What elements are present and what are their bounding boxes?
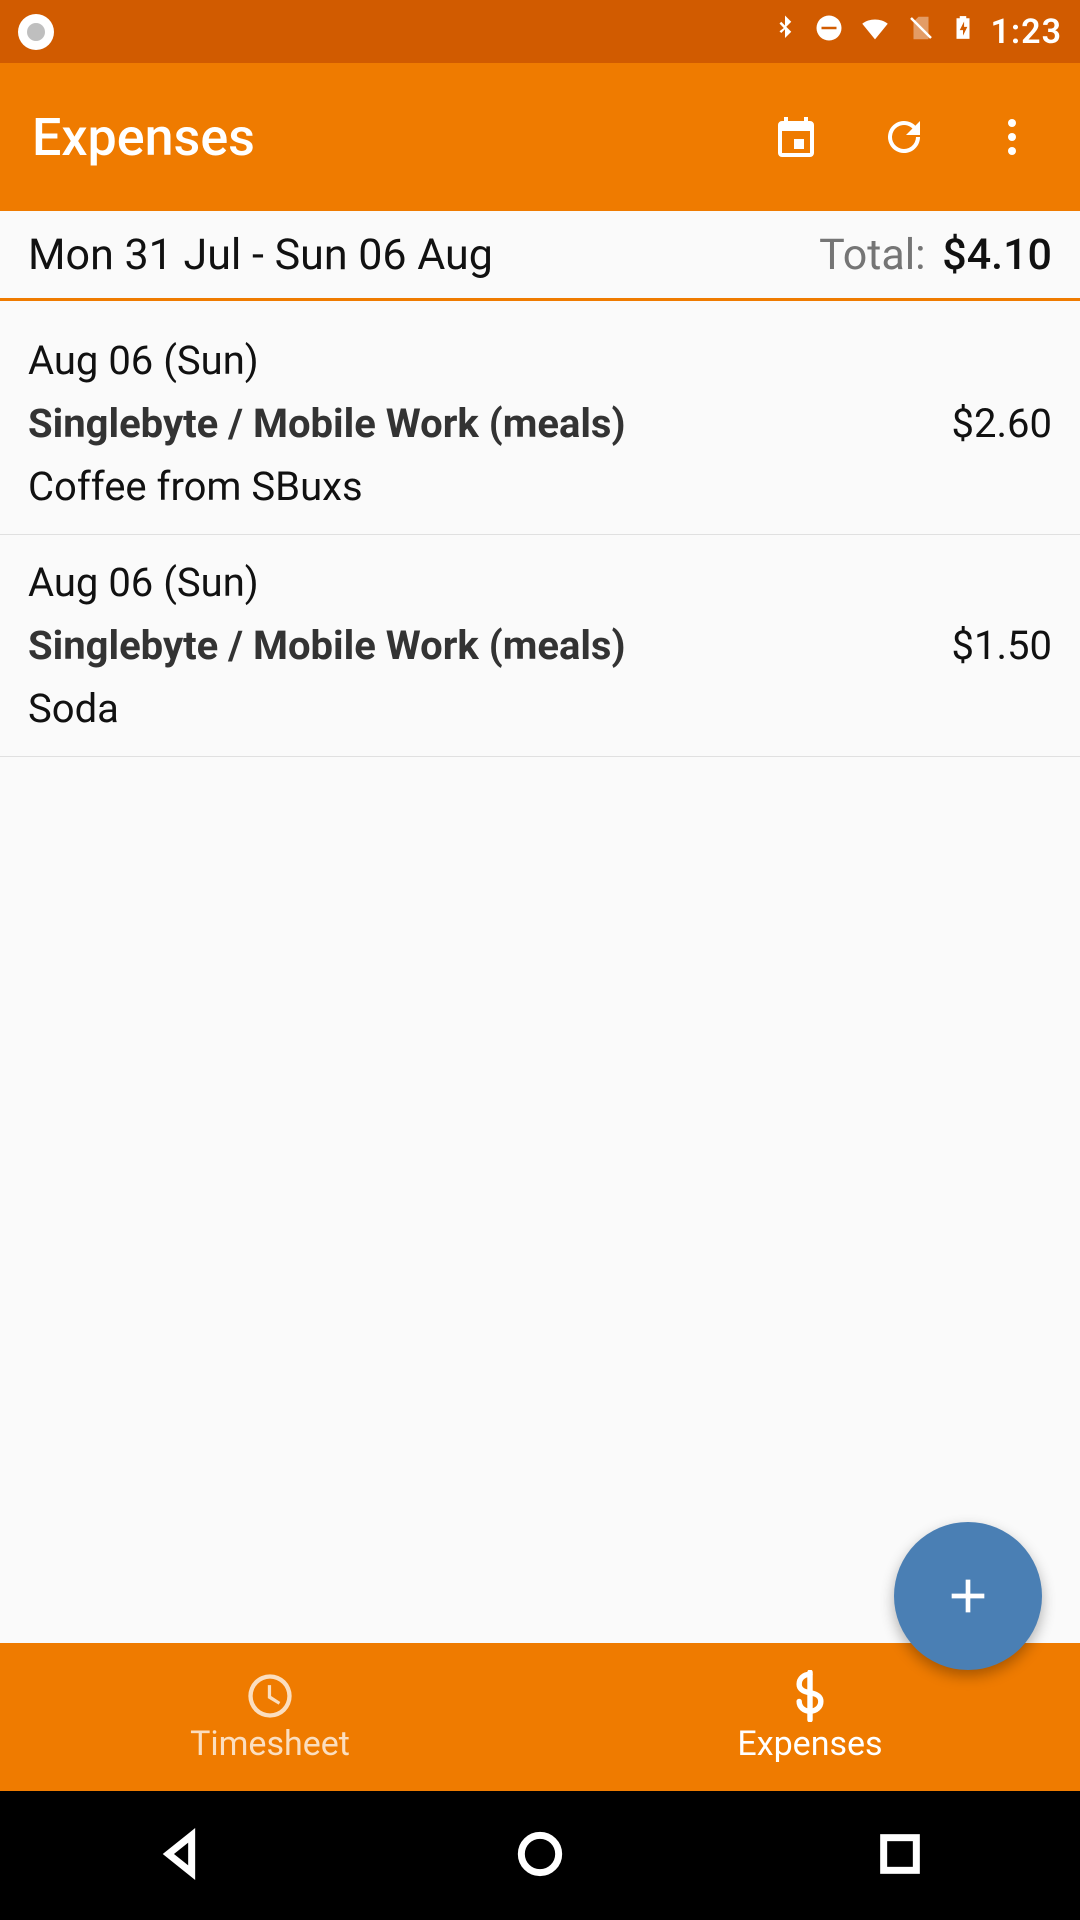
expense-amount: $2.60 — [952, 400, 1052, 447]
nav-expenses-label: Expenses — [737, 1724, 882, 1764]
no-sim-icon — [906, 13, 936, 51]
expense-date: Aug 06 (Sun) — [28, 559, 1052, 606]
wifi-icon — [858, 11, 892, 53]
add-expense-button[interactable] — [894, 1522, 1042, 1670]
expense-item[interactable]: Aug 06 (Sun) Singlebyte / Mobile Work (m… — [0, 313, 1080, 535]
summary-total: Total: $4.10 — [819, 230, 1052, 280]
refresh-icon[interactable] — [876, 109, 932, 165]
device-nav-bar — [0, 1791, 1080, 1920]
expense-category: Singlebyte / Mobile Work (meals) — [28, 622, 626, 669]
more-vert-icon[interactable] — [984, 109, 1040, 165]
dollar-icon — [784, 1670, 836, 1722]
expense-description: Soda — [28, 685, 1052, 732]
do-not-disturb-icon — [814, 13, 844, 51]
expense-description: Coffee from SBuxs — [28, 463, 1052, 510]
bluetooth-icon — [770, 13, 800, 51]
status-right: 1:23 — [770, 11, 1062, 53]
calendar-icon[interactable] — [768, 109, 824, 165]
status-bar: 1:23 — [0, 0, 1080, 63]
summary-row: Mon 31 Jul - Sun 06 Aug Total: $4.10 — [0, 211, 1080, 301]
home-button[interactable] — [512, 1826, 568, 1886]
expense-list[interactable]: Aug 06 (Sun) Singlebyte / Mobile Work (m… — [0, 301, 1080, 1643]
back-button[interactable] — [152, 1826, 208, 1886]
total-value: $4.10 — [942, 230, 1052, 280]
nav-expenses[interactable]: Expenses — [540, 1643, 1080, 1791]
notification-dot-icon — [18, 14, 54, 50]
status-clock: 1:23 — [990, 12, 1062, 52]
plus-icon — [940, 1568, 996, 1624]
date-range: Mon 31 Jul - Sun 06 Aug — [28, 230, 493, 280]
bottom-nav: Timesheet Expenses — [0, 1643, 1080, 1791]
clock-icon — [244, 1670, 296, 1722]
app-bar: Expenses — [0, 63, 1080, 211]
expense-date: Aug 06 (Sun) — [28, 337, 1052, 384]
status-left — [18, 14, 770, 50]
expense-amount: $1.50 — [952, 622, 1052, 669]
expense-item[interactable]: Aug 06 (Sun) Singlebyte / Mobile Work (m… — [0, 535, 1080, 757]
total-label: Total: — [819, 230, 925, 280]
app-bar-actions — [768, 109, 1048, 165]
expense-category: Singlebyte / Mobile Work (meals) — [28, 400, 626, 447]
page-title: Expenses — [32, 107, 768, 168]
recents-button[interactable] — [872, 1826, 928, 1886]
nav-timesheet[interactable]: Timesheet — [0, 1643, 540, 1791]
nav-timesheet-label: Timesheet — [190, 1724, 350, 1764]
battery-charging-icon — [950, 12, 976, 52]
